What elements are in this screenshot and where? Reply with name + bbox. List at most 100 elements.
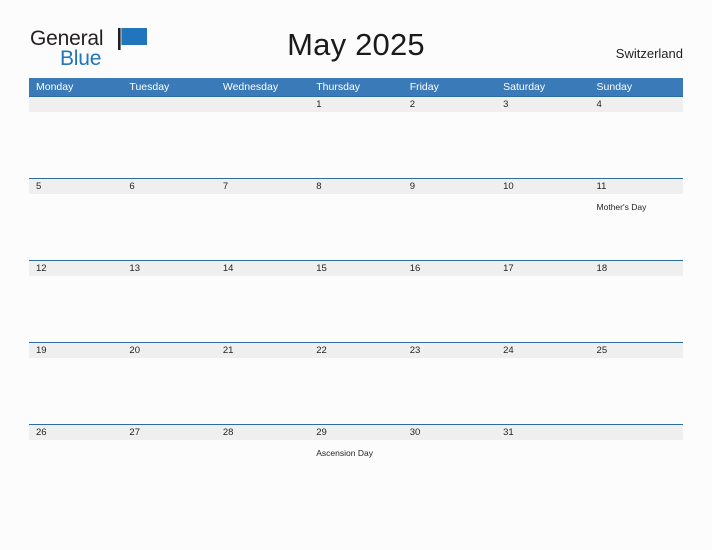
date-number[interactable]: 11: [590, 179, 683, 194]
day-cell[interactable]: [590, 276, 683, 342]
date-number[interactable]: 24: [496, 343, 589, 358]
date-number[interactable]: 31: [496, 425, 589, 440]
week-event-band: [29, 276, 683, 342]
date-number[interactable]: 17: [496, 261, 589, 276]
weekday-header-monday: Monday: [36, 81, 74, 93]
date-number[interactable]: 2: [403, 97, 496, 112]
date-number[interactable]: 20: [122, 343, 215, 358]
date-number[interactable]: 3: [496, 97, 589, 112]
day-cell[interactable]: [403, 112, 496, 178]
date-number[interactable]: 19: [29, 343, 122, 358]
date-number[interactable]: 9: [403, 179, 496, 194]
day-cell-mothers-day[interactable]: Mother's Day: [590, 194, 683, 260]
date-number[interactable]: 7: [216, 179, 309, 194]
calendar-week-row: 5 6 7 8 9 10 11 Mother's Day: [29, 178, 683, 260]
day-cell[interactable]: [309, 112, 402, 178]
day-cell[interactable]: [403, 276, 496, 342]
day-cell[interactable]: [216, 276, 309, 342]
date-number[interactable]: 28: [216, 425, 309, 440]
page-title: May 2025: [287, 27, 425, 62]
calendar-week-row: 19 20 21 22 23 24 25: [29, 342, 683, 424]
date-number[interactable]: 26: [29, 425, 122, 440]
day-cell[interactable]: [29, 276, 122, 342]
day-cell[interactable]: [29, 440, 122, 506]
date-number[interactable]: 1: [309, 97, 402, 112]
date-number[interactable]: 15: [309, 261, 402, 276]
day-cell[interactable]: [29, 194, 122, 260]
week-event-band: [29, 358, 683, 424]
date-number[interactable]: 22: [309, 343, 402, 358]
event-label: Mother's Day: [596, 202, 647, 212]
calendar-week-row: 1 2 3 4: [29, 96, 683, 178]
date-number[interactable]: 21: [216, 343, 309, 358]
day-cell[interactable]: [309, 358, 402, 424]
day-cell[interactable]: [496, 194, 589, 260]
week-event-band: Ascension Day: [29, 440, 683, 506]
date-number[interactable]: 18: [590, 261, 683, 276]
date-number[interactable]: 30: [403, 425, 496, 440]
day-cell[interactable]: [122, 440, 215, 506]
weekday-header-thursday: Thursday: [316, 81, 361, 93]
date-number[interactable]: 12: [29, 261, 122, 276]
day-cell[interactable]: [216, 112, 309, 178]
day-cell[interactable]: [496, 440, 589, 506]
weekday-header-saturday: Saturday: [503, 81, 546, 93]
day-cell[interactable]: [122, 276, 215, 342]
calendar-page: General Blue May 2025 Switzerland Monday…: [0, 0, 712, 550]
day-cell[interactable]: [216, 194, 309, 260]
calendar-week-row: 26 27 28 29 30 31 Ascension Day: [29, 424, 683, 506]
day-cell[interactable]: [29, 112, 122, 178]
day-cell[interactable]: [309, 276, 402, 342]
day-cell[interactable]: [216, 440, 309, 506]
weekday-header-friday: Friday: [409, 81, 439, 93]
calendar-grid: Monday Tuesday Wednesday Thursday Friday…: [29, 78, 683, 506]
day-cell[interactable]: [590, 358, 683, 424]
date-number[interactable]: [29, 97, 122, 112]
weekday-header-sunday: Sunday: [596, 81, 633, 93]
week-date-band: 26 27 28 29 30 31: [29, 424, 683, 440]
day-cell[interactable]: [403, 194, 496, 260]
day-cell[interactable]: [122, 358, 215, 424]
day-cell[interactable]: [403, 358, 496, 424]
day-cell[interactable]: [122, 194, 215, 260]
day-cell[interactable]: [403, 440, 496, 506]
day-cell[interactable]: [590, 112, 683, 178]
event-label: Ascension Day: [316, 448, 373, 458]
date-number[interactable]: [122, 97, 215, 112]
date-number[interactable]: 10: [496, 179, 589, 194]
date-number[interactable]: 13: [122, 261, 215, 276]
date-number[interactable]: 6: [122, 179, 215, 194]
day-cell[interactable]: [496, 358, 589, 424]
date-number[interactable]: [590, 425, 683, 440]
date-number[interactable]: [216, 97, 309, 112]
country-label: Switzerland: [615, 46, 683, 61]
week-date-band: 1 2 3 4: [29, 96, 683, 112]
weekday-header-tuesday: Tuesday: [129, 81, 170, 93]
date-number[interactable]: 29: [309, 425, 402, 440]
date-number[interactable]: 5: [29, 179, 122, 194]
date-number[interactable]: 4: [590, 97, 683, 112]
date-number[interactable]: 8: [309, 179, 402, 194]
week-date-band: 5 6 7 8 9 10 11: [29, 178, 683, 194]
day-cell[interactable]: [309, 194, 402, 260]
date-number[interactable]: 23: [403, 343, 496, 358]
week-date-band: 19 20 21 22 23 24 25: [29, 342, 683, 358]
weekday-header-wednesday: Wednesday: [222, 81, 279, 93]
day-cell[interactable]: [216, 358, 309, 424]
week-date-band: 12 13 14 15 16 17 18: [29, 260, 683, 276]
day-cell-ascension-day[interactable]: Ascension Day: [309, 440, 402, 506]
date-number[interactable]: 27: [122, 425, 215, 440]
day-cell[interactable]: [122, 112, 215, 178]
week-event-band: [29, 112, 683, 178]
page-header: General Blue May 2025 Switzerland: [0, 0, 712, 76]
day-cell[interactable]: [496, 276, 589, 342]
day-cell[interactable]: [590, 440, 683, 506]
date-number[interactable]: 16: [403, 261, 496, 276]
day-cell[interactable]: [496, 112, 589, 178]
calendar-week-row: 12 13 14 15 16 17 18: [29, 260, 683, 342]
week-event-band: Mother's Day: [29, 194, 683, 260]
weekday-header-row: Monday Tuesday Wednesday Thursday Friday…: [29, 78, 683, 96]
date-number[interactable]: 25: [590, 343, 683, 358]
day-cell[interactable]: [29, 358, 122, 424]
date-number[interactable]: 14: [216, 261, 309, 276]
